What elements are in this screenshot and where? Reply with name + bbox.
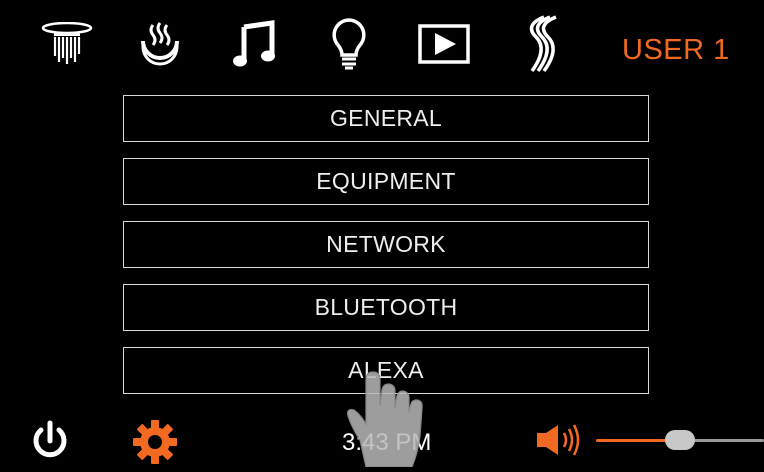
menu-item-bluetooth[interactable]: BLUETOOTH: [123, 284, 649, 331]
steam-icon[interactable]: [518, 14, 560, 74]
menu-item-alexa[interactable]: ALEXA: [123, 347, 649, 394]
power-icon[interactable]: [28, 419, 72, 468]
volume-slider[interactable]: [592, 425, 764, 455]
heat-icon[interactable]: [135, 14, 185, 74]
speaker-icon[interactable]: [536, 423, 590, 462]
volume-slider-thumb[interactable]: [665, 430, 695, 450]
bottom-bar: 3:43 PM: [0, 405, 764, 467]
top-nav-bar: USER 1: [0, 0, 764, 90]
gear-icon[interactable]: [132, 419, 178, 470]
clock-time: 3:43 PM: [342, 429, 432, 456]
music-icon[interactable]: [232, 14, 276, 74]
menu-item-general[interactable]: GENERAL: [123, 95, 649, 142]
shower-icon[interactable]: [40, 14, 94, 74]
light-bulb-icon[interactable]: [330, 14, 368, 74]
menu-item-network[interactable]: NETWORK: [123, 221, 649, 268]
menu-item-equipment[interactable]: EQUIPMENT: [123, 158, 649, 205]
play-icon[interactable]: [418, 14, 470, 74]
user-profile-button[interactable]: USER 1: [622, 34, 730, 67]
